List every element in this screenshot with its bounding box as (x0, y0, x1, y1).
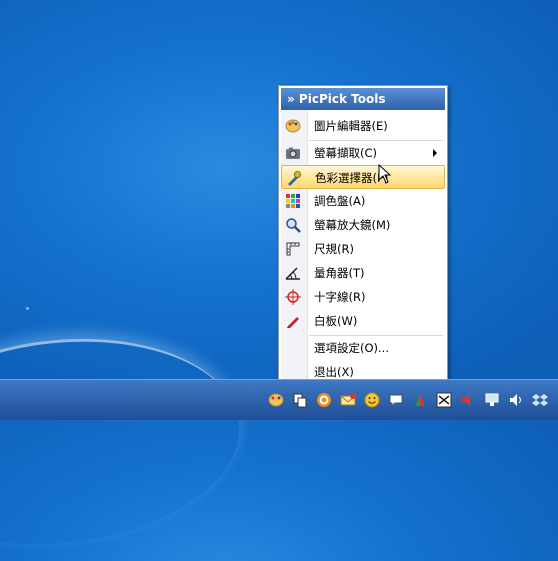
copy-icon[interactable] (292, 392, 308, 408)
menu-item-label: 白板(W) (314, 314, 358, 328)
mouse-cursor-icon (378, 164, 392, 184)
menu-item-label: 十字線(R) (314, 290, 366, 304)
color-grid-icon (286, 194, 300, 208)
menu-item-color-palette[interactable]: 調色盤(A) (281, 189, 445, 213)
menu-item-ruler[interactable]: 尺規(R) (281, 237, 445, 261)
mail-icon[interactable] (340, 392, 356, 408)
refresh-icon[interactable] (316, 392, 332, 408)
wallpaper-swoosh (0, 321, 250, 561)
menu-item-magnifier[interactable]: 螢幕放大鏡(M) (281, 213, 445, 237)
chat-icon[interactable] (388, 392, 404, 408)
menu-item-options[interactable]: 選項設定(O)... (281, 336, 445, 360)
menu-item-protractor[interactable]: 量角器(T) (281, 261, 445, 285)
camera-icon (286, 147, 300, 159)
wallpaper-dot (26, 307, 29, 310)
menu-item-label: 選項設定(O)... (314, 341, 389, 355)
network-icon[interactable] (484, 392, 500, 408)
volume-icon[interactable] (508, 392, 524, 408)
menu-item-label: 螢幕擷取(C) (314, 146, 378, 160)
crosshair-icon (285, 289, 301, 305)
ruler-icon (286, 242, 300, 256)
menu-item-crosshair[interactable]: 十字線(R) (281, 285, 445, 309)
speaker-mute-icon[interactable] (460, 392, 476, 408)
menu-item-label: 螢幕放大鏡(M) (314, 218, 391, 232)
menu-item-color-picker[interactable]: 色彩選擇器(P) (281, 165, 445, 189)
magnifier-icon (286, 218, 301, 233)
picpick-tray-icon[interactable] (268, 392, 284, 408)
color-picker-icon (288, 171, 301, 186)
menu-item-whiteboard[interactable]: 白板(W) (281, 309, 445, 333)
taskbar (0, 379, 558, 420)
picpick-tools-menu: » PicPick Tools 圖片編輯器(E) 螢幕擷取(C) 色彩選擇器(P… (278, 85, 448, 387)
menu-title: » PicPick Tools (281, 88, 445, 110)
menu-item-label: 量角器(T) (314, 266, 365, 280)
smiley-icon[interactable] (364, 392, 380, 408)
pen-icon (287, 317, 299, 328)
palette-icon (285, 119, 301, 133)
submenu-arrow-icon (433, 149, 437, 157)
dropbox-icon[interactable] (532, 392, 548, 408)
flag-icon[interactable] (412, 392, 428, 408)
menu-item-screen-capture[interactable]: 螢幕擷取(C) (281, 141, 445, 165)
menu-item-label: 尺規(R) (314, 242, 354, 256)
menu-item-image-editor[interactable]: 圖片編輯器(E) (281, 114, 445, 138)
menu-item-label: 調色盤(A) (314, 194, 366, 208)
menu-item-label: 圖片編輯器(E) (314, 119, 388, 133)
shuffle-icon[interactable] (436, 392, 452, 408)
protractor-icon (285, 267, 300, 280)
